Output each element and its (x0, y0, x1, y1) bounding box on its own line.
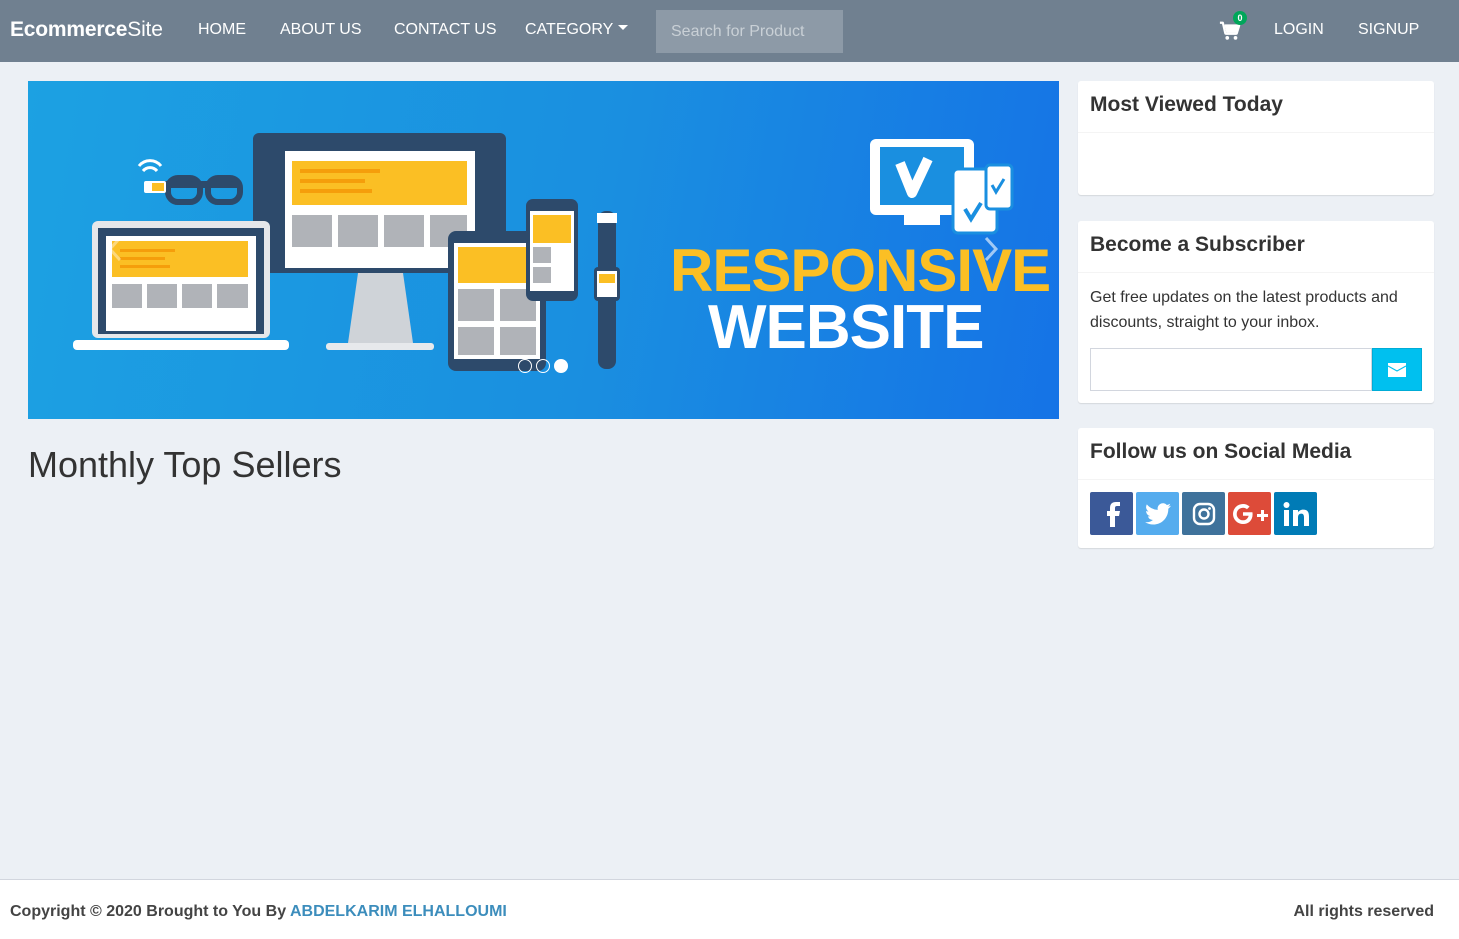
instagram-icon (1192, 502, 1215, 525)
carousel-indicator-2[interactable] (536, 359, 550, 373)
google-plus-button[interactable] (1228, 492, 1271, 535)
hero-carousel[interactable]: RESPONSIVE WEBSITE (28, 81, 1059, 419)
page-footer: Copyright © 2020 Brought to You By ABDEL… (0, 879, 1459, 939)
chevron-left-icon[interactable] (104, 234, 128, 264)
caret-down-icon (618, 25, 629, 31)
brand-logo[interactable]: EcommerceSite (10, 18, 163, 42)
subscribe-button[interactable] (1372, 348, 1422, 391)
nav-home[interactable]: HOME (198, 21, 246, 39)
twitter-button[interactable] (1136, 492, 1179, 535)
subscriber-title: Become a Subscriber (1078, 221, 1434, 273)
carousel-indicators (518, 359, 568, 373)
twitter-icon (1144, 502, 1171, 525)
envelope-icon (1388, 362, 1406, 377)
facebook-button[interactable] (1090, 492, 1133, 535)
subscriber-box: Become a Subscriber Get free updates on … (1078, 221, 1434, 403)
linkedin-icon (1283, 501, 1309, 526)
google-plus-icon (1232, 503, 1268, 524)
nav-signup[interactable]: SIGNUP (1358, 21, 1419, 39)
subscriber-description: Get free updates on the latest products … (1090, 289, 1398, 331)
carousel-indicator-3[interactable] (554, 359, 568, 373)
most-viewed-title: Most Viewed Today (1078, 81, 1434, 133)
instagram-button[interactable] (1182, 492, 1225, 535)
top-navbar: EcommerceSite HOME ABOUT US CONTACT US C… (0, 0, 1459, 62)
social-title: Follow us on Social Media (1078, 428, 1434, 480)
carousel-indicator-1[interactable] (518, 359, 532, 373)
nav-category-dropdown[interactable]: CATEGORY (525, 21, 629, 39)
copyright-text: Copyright © 2020 Brought to You By (10, 903, 287, 920)
social-box: Follow us on Social Media (1078, 428, 1434, 548)
social-buttons (1090, 492, 1422, 535)
section-title-top-sellers: Monthly Top Sellers (28, 444, 342, 485)
most-viewed-box: Most Viewed Today (1078, 81, 1434, 195)
footer-rights: All rights reserved (1293, 903, 1435, 920)
nav-about-us[interactable]: ABOUT US (280, 21, 362, 39)
banner-headline-line2: WEBSITE (708, 293, 984, 362)
author-link[interactable]: ABDELKARIM ELHALLOUMI (290, 903, 507, 920)
cart-count-badge: 0 (1233, 11, 1247, 25)
nav-category-label: CATEGORY (525, 21, 614, 38)
facebook-icon (1106, 501, 1120, 527)
search-input[interactable] (656, 10, 843, 53)
subscriber-email-input[interactable] (1090, 348, 1372, 391)
linkedin-button[interactable] (1274, 492, 1317, 535)
nav-contact-us[interactable]: CONTACT US (394, 21, 497, 39)
chevron-right-icon[interactable] (978, 234, 1002, 264)
nav-login[interactable]: LOGIN (1274, 21, 1324, 39)
footer-copyright: Copyright © 2020 Brought to You By ABDEL… (10, 903, 507, 921)
